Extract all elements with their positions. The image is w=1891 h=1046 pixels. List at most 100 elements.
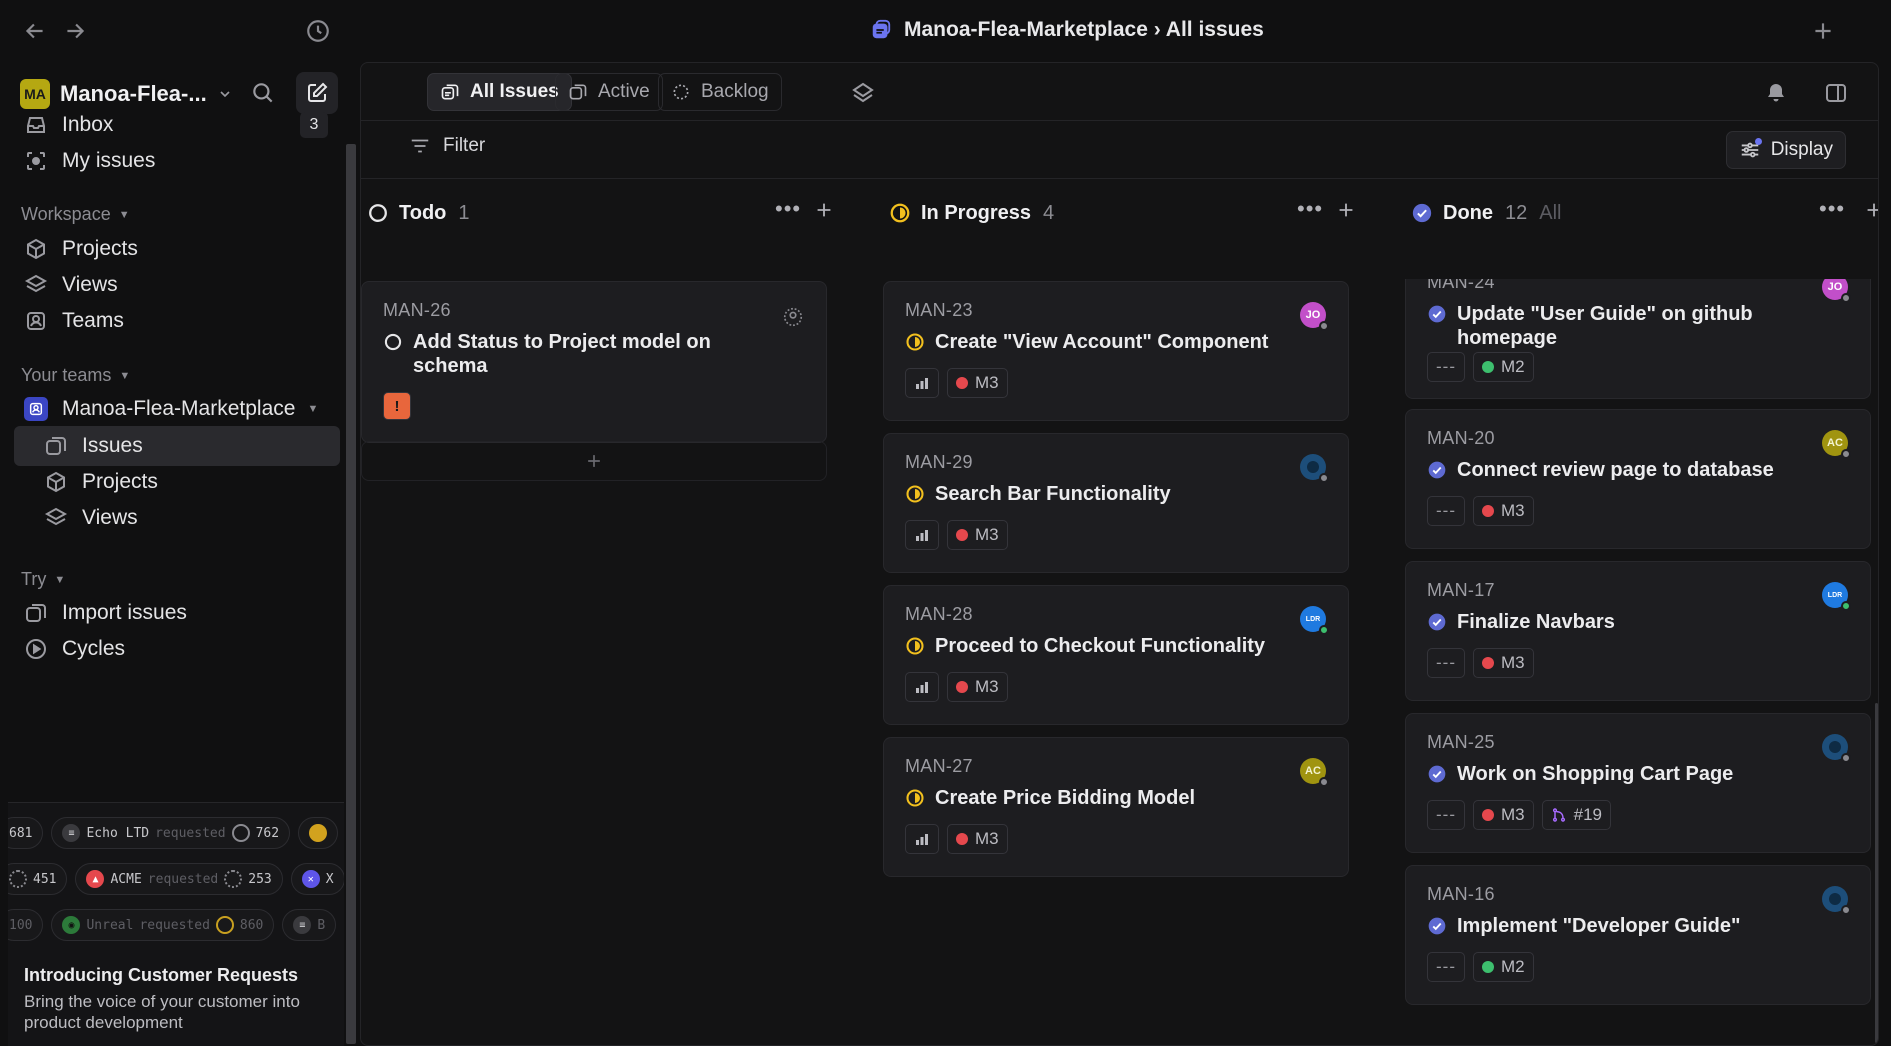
assignee-avatar[interactable]: AC: [1822, 430, 1851, 459]
milestone-badge[interactable]: M3: [947, 824, 1008, 854]
column-add-icon[interactable]: [813, 199, 835, 221]
tab-active[interactable]: Active: [555, 73, 663, 111]
assignee-avatar[interactable]: AC: [1300, 758, 1329, 787]
sidebar-item-team-views[interactable]: Views: [14, 498, 340, 538]
assignee-avatar[interactable]: [1822, 886, 1851, 915]
priority-bars-icon[interactable]: [905, 368, 939, 398]
tab-backlog[interactable]: Backlog: [658, 73, 782, 111]
unassigned-icon[interactable]: [780, 304, 806, 330]
done-card-list: MAN-24 JO Update "User Guide" on github …: [1405, 279, 1878, 1045]
no-priority-icon[interactable]: ---: [1427, 952, 1465, 982]
issue-title: Proceed to Checkout Functionality: [935, 635, 1266, 657]
sidebar-item-projects[interactable]: Projects: [14, 229, 340, 269]
no-priority-icon[interactable]: ---: [1427, 648, 1465, 678]
column-menu-icon[interactable]: •••: [775, 198, 800, 224]
assignee-avatar[interactable]: LDR: [1300, 606, 1329, 635]
pull-request-badge[interactable]: #19: [1541, 800, 1611, 830]
view-options-icon[interactable]: [851, 81, 875, 105]
issue-card[interactable]: MAN-24 JO Update "User Guide" on github …: [1405, 279, 1871, 399]
column-title: In Progress: [921, 201, 1032, 224]
new-tab-plus-icon[interactable]: [1810, 18, 1836, 44]
issue-title: Add Status to Project model on schema: [413, 331, 711, 377]
search-icon[interactable]: [250, 80, 276, 106]
sidebar-item-my-issues[interactable]: My issues: [14, 141, 340, 181]
priority-bars-icon[interactable]: [905, 520, 939, 550]
show-all-link[interactable]: All: [1539, 202, 1561, 225]
board-scrollbar[interactable]: [1875, 703, 1878, 1043]
assignee-avatar[interactable]: [1300, 454, 1329, 483]
in-progress-icon[interactable]: [905, 484, 925, 504]
done-check-icon[interactable]: [1427, 304, 1447, 324]
milestone-badge[interactable]: M2: [1472, 352, 1534, 382]
assignee-avatar[interactable]: JO: [1822, 279, 1851, 303]
issue-card[interactable]: MAN-20 AC Connect review page to databas…: [1405, 409, 1871, 549]
sidebar-item-inbox[interactable]: Inbox 3: [14, 105, 340, 145]
history-clock-icon[interactable]: [305, 18, 331, 44]
milestone-badge[interactable]: M3: [947, 368, 1008, 398]
sidebar-item-team-projects[interactable]: Projects: [14, 462, 340, 502]
priority-bars-icon[interactable]: [905, 824, 939, 854]
column-title: Done: [1443, 201, 1493, 224]
add-issue-button[interactable]: [361, 441, 827, 481]
milestone-badge[interactable]: M3: [947, 672, 1008, 702]
sidebar-item-cycles[interactable]: Cycles: [14, 629, 340, 669]
notifications-bell-icon[interactable]: [1764, 81, 1788, 105]
sidebar-item-issues[interactable]: Issues: [14, 426, 340, 466]
your-teams-section-header[interactable]: Your teams ▼: [21, 365, 130, 386]
issue-card[interactable]: MAN-25 Work on Shopping Cart Page --- M3…: [1405, 713, 1871, 853]
inbox-icon: [24, 113, 48, 137]
column-add-icon[interactable]: [1863, 199, 1878, 221]
sidebar-item-teams[interactable]: Teams: [14, 301, 340, 341]
done-check-icon[interactable]: [1427, 764, 1447, 784]
in-progress-icon[interactable]: [905, 788, 925, 808]
issue-card[interactable]: MAN-16 Implement "Developer Guide" --- M…: [1405, 865, 1871, 1005]
issue-card[interactable]: MAN-26 Add Status to Project model on sc…: [361, 281, 827, 443]
column-menu-icon[interactable]: •••: [1297, 198, 1322, 224]
tab-all-issues[interactable]: All Issues: [427, 73, 572, 111]
milestone-badge[interactable]: M2: [1472, 952, 1534, 982]
no-priority-icon[interactable]: ---: [1427, 800, 1465, 830]
assignee-avatar[interactable]: LDR: [1822, 582, 1851, 611]
issue-id: MAN-28: [905, 604, 973, 624]
back-arrow-icon[interactable]: [22, 18, 48, 44]
in-progress-icon[interactable]: [905, 636, 925, 656]
issue-card[interactable]: MAN-23 JO Create "View Account" Componen…: [883, 281, 1349, 421]
company-logo-icon: ▲: [86, 870, 105, 888]
customer-requests-promo[interactable]: 681 ≡ Echo LTD requested 762 451 ▲ ACME re…: [8, 802, 344, 1046]
in-progress-icon[interactable]: [905, 332, 925, 352]
done-check-icon[interactable]: [1427, 460, 1447, 480]
done-check-icon[interactable]: [1427, 612, 1447, 632]
sidebar-item-import-issues[interactable]: Import issues: [14, 593, 340, 633]
board-column-todo: Todo 1 ••• MAN-26 Add Status to Project …: [361, 179, 831, 1045]
sidebar-item-label: Projects: [62, 237, 138, 260]
column-menu-icon[interactable]: •••: [1819, 198, 1844, 224]
filter-icon: [411, 139, 429, 153]
priority-bars-icon[interactable]: [905, 672, 939, 702]
issue-card[interactable]: MAN-29 Search Bar Functionality M3: [883, 433, 1349, 573]
urgent-priority-icon[interactable]: !: [383, 392, 411, 420]
no-priority-icon[interactable]: ---: [1427, 496, 1465, 526]
assignee-avatar[interactable]: [1822, 734, 1851, 763]
issue-card[interactable]: MAN-17 LDR Finalize Navbars --- M3: [1405, 561, 1871, 701]
display-button[interactable]: Display: [1725, 131, 1846, 169]
issue-card[interactable]: MAN-28 LDR Proceed to Checkout Functiona…: [883, 585, 1349, 725]
milestone-badge[interactable]: M3: [1472, 496, 1534, 526]
assignee-avatar[interactable]: JO: [1300, 302, 1329, 331]
sidebar-item-team[interactable]: Manoa-Flea-Marketplace ▼: [14, 389, 340, 429]
issue-card[interactable]: MAN-27 AC Create Price Bidding Model M3: [883, 737, 1349, 877]
workspace-section-header[interactable]: Workspace ▼: [21, 204, 130, 225]
milestone-badge[interactable]: M3: [1472, 648, 1534, 678]
milestone-badge[interactable]: M3: [1472, 800, 1534, 830]
try-section-header[interactable]: Try ▼: [21, 569, 65, 590]
milestone-badge[interactable]: M3: [947, 520, 1008, 550]
column-add-icon[interactable]: [1335, 199, 1357, 221]
forward-arrow-icon[interactable]: [62, 18, 88, 44]
filter-button[interactable]: Filter: [409, 135, 485, 157]
display-indicator-dot: [1754, 138, 1762, 145]
side-panel-toggle-icon[interactable]: [1824, 81, 1848, 105]
no-priority-icon[interactable]: ---: [1427, 352, 1465, 382]
todo-circle-icon[interactable]: [383, 332, 403, 352]
done-check-icon[interactable]: [1427, 916, 1447, 936]
sidebar-item-views[interactable]: Views: [14, 265, 340, 305]
sidebar-scrollbar[interactable]: [346, 144, 356, 1044]
